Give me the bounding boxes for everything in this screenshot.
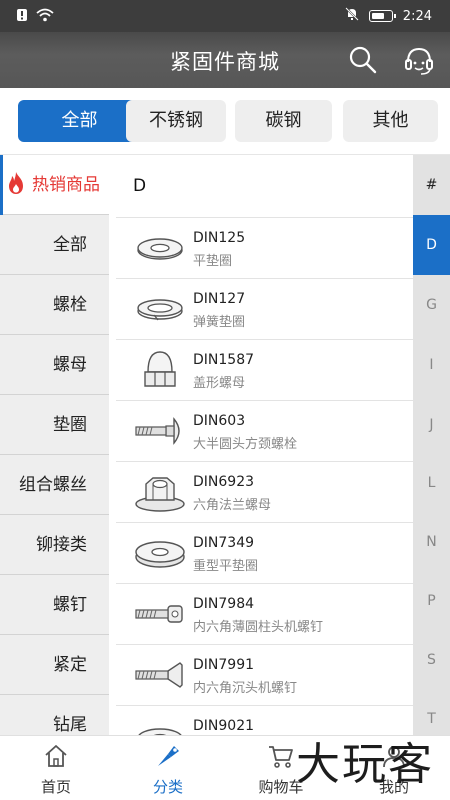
product-code: DIN7984 bbox=[193, 596, 255, 612]
product-code: DIN603 bbox=[193, 413, 246, 429]
product-list: D DIN125 平垫圈 DIN127 弹簧垫圈 DIN1587 盖形螺母 DI… bbox=[116, 155, 413, 735]
sidebar-item-rivets[interactable]: 铆接类 bbox=[0, 515, 109, 575]
socket-screw-icon bbox=[135, 605, 183, 623]
product-code: DIN7349 bbox=[193, 535, 255, 551]
list-item[interactable]: DIN1587 盖形螺母 bbox=[116, 339, 413, 400]
mute-icon bbox=[345, 7, 359, 25]
countersunk-screw-icon bbox=[135, 662, 183, 688]
category-icon bbox=[158, 746, 179, 766]
section-header: D bbox=[116, 155, 413, 217]
nav-label: 分类 bbox=[152, 778, 183, 796]
page-title: 紧固件商城 bbox=[170, 50, 280, 74]
search-icon[interactable] bbox=[347, 44, 379, 76]
list-item[interactable]: DIN7349 重型平垫圈 bbox=[116, 522, 413, 583]
index-i[interactable]: I bbox=[413, 335, 450, 395]
product-code: DIN127 bbox=[193, 291, 246, 307]
product-name: 大半圆头方颈螺栓 bbox=[193, 437, 298, 452]
sidebar-item-set-screws[interactable]: 紧定 bbox=[0, 635, 109, 695]
index-s[interactable]: S bbox=[413, 630, 450, 690]
flat-washer-icon bbox=[137, 238, 183, 260]
alphabet-index-bar: # D G I J L N P S T bbox=[413, 155, 450, 735]
list-item[interactable]: DIN127 弹簧垫圈 bbox=[116, 278, 413, 339]
notification-icon bbox=[16, 8, 28, 26]
nav-home[interactable]: 首页 bbox=[0, 736, 112, 800]
product-code: DIN9021 bbox=[193, 718, 255, 734]
category-sidebar: 热销商品 全部 螺栓 螺母 垫圈 组合螺丝 铆接类 螺钉 紧定 钻尾 bbox=[0, 155, 109, 735]
wifi-icon bbox=[36, 8, 54, 26]
status-time: 2:24 bbox=[402, 8, 432, 24]
status-bar: 2:24 bbox=[0, 0, 450, 32]
index-p[interactable]: P bbox=[413, 571, 450, 631]
product-code: DIN7991 bbox=[193, 657, 255, 673]
sidebar-item-bolts[interactable]: 螺栓 bbox=[0, 275, 109, 335]
spring-washer-icon bbox=[137, 299, 183, 321]
tab-other[interactable]: 其他 bbox=[343, 100, 438, 142]
watermark-logo: 大玩客 bbox=[296, 739, 434, 790]
product-name: 六角法兰螺母 bbox=[193, 498, 272, 513]
sidebar-item-hot[interactable]: 热销商品 bbox=[0, 155, 109, 215]
home-icon bbox=[45, 745, 67, 767]
index-hash[interactable]: # bbox=[413, 155, 450, 215]
app-header: 紧固件商城 bbox=[0, 32, 450, 88]
carriage-bolt-icon bbox=[135, 417, 180, 445]
product-name: 重型平垫圈 bbox=[193, 559, 259, 574]
product-name: 弹簧垫圈 bbox=[193, 315, 246, 330]
customer-service-icon[interactable] bbox=[402, 44, 436, 78]
sidebar-item-label: 热销商品 bbox=[32, 175, 100, 195]
product-code: DIN6923 bbox=[193, 474, 255, 490]
list-item[interactable]: DIN7984 内六角薄圆柱头机螺钉 bbox=[116, 583, 413, 644]
index-l[interactable]: L bbox=[413, 453, 450, 513]
product-name: 内六角薄圆柱头机螺钉 bbox=[193, 620, 324, 635]
tab-all[interactable]: 全部 bbox=[18, 100, 141, 142]
product-name: 平垫圈 bbox=[193, 254, 233, 269]
list-item[interactable]: DIN7991 内六角沉头机螺钉 bbox=[116, 644, 413, 705]
index-d[interactable]: D bbox=[413, 215, 450, 275]
nav-label: 首页 bbox=[40, 778, 71, 796]
washer-icon bbox=[138, 728, 182, 735]
sidebar-item-combination-screws[interactable]: 组合螺丝 bbox=[0, 455, 109, 515]
battery-icon bbox=[368, 10, 396, 22]
product-name: 内六角沉头机螺钉 bbox=[193, 681, 298, 696]
cap-nut-icon bbox=[144, 351, 176, 387]
product-code: DIN1587 bbox=[193, 352, 255, 368]
sidebar-item-washers[interactable]: 垫圈 bbox=[0, 395, 109, 455]
heavy-washer-icon bbox=[135, 541, 185, 568]
index-g[interactable]: G bbox=[413, 275, 450, 335]
flange-nut-icon bbox=[135, 477, 185, 512]
sidebar-item-all[interactable]: 全部 bbox=[0, 215, 109, 275]
sidebar-item-screws[interactable]: 螺钉 bbox=[0, 575, 109, 635]
nav-category[interactable]: 分类 bbox=[112, 736, 224, 800]
tab-stainless-steel[interactable]: 不锈钢 bbox=[126, 100, 226, 142]
material-tabs: 全部 不锈钢 碳钢 其他 bbox=[0, 88, 450, 155]
product-name: 盖形螺母 bbox=[193, 376, 246, 391]
index-n[interactable]: N bbox=[413, 512, 450, 572]
list-item[interactable]: DIN6923 六角法兰螺母 bbox=[116, 461, 413, 522]
list-item[interactable]: DIN125 平垫圈 bbox=[116, 217, 413, 278]
index-j[interactable]: J bbox=[413, 395, 450, 455]
cart-icon bbox=[269, 746, 293, 768]
product-code: DIN125 bbox=[193, 230, 246, 246]
sidebar-item-nuts[interactable]: 螺母 bbox=[0, 335, 109, 395]
tab-carbon-steel[interactable]: 碳钢 bbox=[235, 100, 332, 142]
sidebar-item-drill-tail[interactable]: 钻尾 bbox=[0, 695, 109, 735]
list-item[interactable]: DIN603 大半圆头方颈螺栓 bbox=[116, 400, 413, 461]
flame-icon bbox=[9, 172, 23, 194]
